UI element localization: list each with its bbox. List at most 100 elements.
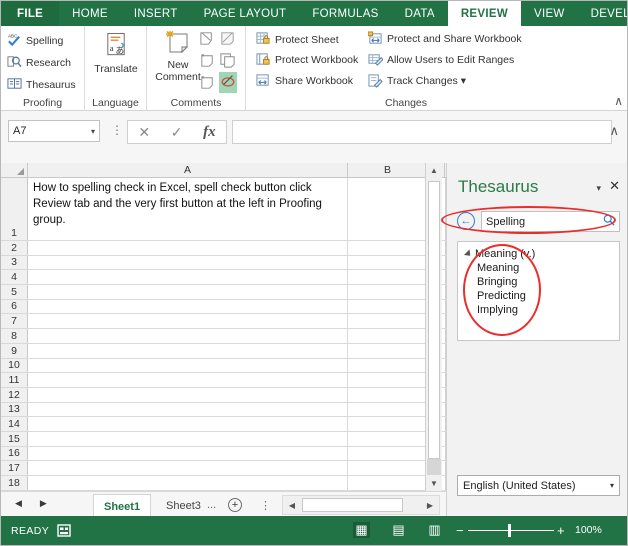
show-hide-comment-button[interactable] [199,74,216,94]
cell-b10[interactable] [348,358,428,373]
row-header-7[interactable]: 7 [1,314,28,329]
scroll-up-arrow-icon[interactable]: ▲ [426,163,442,178]
row-header-5[interactable]: 5 [1,285,28,299]
list-item[interactable]: Implying [458,303,619,317]
cell-a5[interactable] [28,285,348,299]
cell-b18[interactable] [348,476,428,490]
cell-b9[interactable] [348,343,428,358]
row-header-9[interactable]: 9 [1,343,28,358]
cell-b17[interactable] [348,461,428,475]
ribbon-tab-review[interactable]: REVIEW [447,1,521,26]
insert-function-icon[interactable]: fx [203,124,216,141]
spelling-button[interactable]: ABC Spelling [7,32,63,50]
back-arrow-icon[interactable]: ← [457,212,475,230]
cell-b14[interactable] [348,417,428,431]
formula-input[interactable] [232,120,612,144]
vertical-scrollbar[interactable]: ▲ ▼ [425,163,442,491]
name-box[interactable]: A7 ▾ [8,120,100,142]
protect-sheet-button[interactable]: Protect Sheet [256,31,339,49]
expand-triangle-icon[interactable] [463,249,474,259]
task-pane-chevron-down-icon[interactable]: ▾ [596,183,601,194]
ribbon-tab-formulas[interactable]: FORMULAS [299,1,391,26]
zoom-slider-thumb[interactable] [508,524,511,537]
row-header-12[interactable]: 12 [1,387,28,402]
zoom-in-button[interactable]: + [557,523,565,538]
sheet-tab-sheet1[interactable]: Sheet1 [93,494,152,518]
cell-b15[interactable] [348,431,428,446]
cell-b2[interactable] [348,241,428,255]
cell-b16[interactable] [348,446,428,461]
collapse-ribbon-chevron-icon[interactable]: ∧ [614,94,623,108]
cell-a13[interactable] [28,402,348,417]
cell-a16[interactable] [28,446,348,461]
row-header-3[interactable]: 3 [1,255,28,270]
row-header-6[interactable]: 6 [1,299,28,314]
cell-a14[interactable] [28,417,348,431]
list-item[interactable]: Meaning [458,261,619,275]
cell-a15[interactable] [28,431,348,446]
ribbon-tab-home[interactable]: HOME [59,1,121,26]
list-item[interactable]: Predicting [458,289,619,303]
row-header-2[interactable]: 2 [1,241,28,255]
thesaurus-button[interactable]: Thesaurus [7,76,76,94]
ribbon-tab-data[interactable]: DATA [392,1,448,26]
cell-a17[interactable] [28,461,348,475]
previous-comment-button[interactable] [219,30,236,50]
language-select-chevron-down-icon[interactable]: ▾ [610,481,614,490]
cell-a11[interactable] [28,373,348,387]
row-header-16[interactable]: 16 [1,446,28,461]
row-header-10[interactable]: 10 [1,358,28,373]
cell-a8[interactable] [28,329,348,343]
expand-formula-bar-chevron-icon[interactable]: ∧ [609,123,619,139]
cell-a12[interactable] [28,387,348,402]
list-item[interactable]: Bringing [458,275,619,289]
hscroll-right-arrow-icon[interactable]: ▶ [421,496,439,514]
cell-a2[interactable] [28,241,348,255]
enter-icon[interactable]: ✓ [171,124,183,141]
ribbon-tab-page-layout[interactable]: PAGE LAYOUT [191,1,300,26]
ribbon-tab-file[interactable]: FILE [1,1,60,26]
research-button[interactable]: Research [7,54,71,72]
zoom-slider-track[interactable] [468,530,554,531]
cell-b8[interactable] [348,329,428,343]
cell-a9[interactable] [28,343,348,358]
thesaurus-search-input[interactable]: Spelling [481,211,620,232]
row-header-14[interactable]: 14 [1,417,28,431]
cell-a10[interactable] [28,358,348,373]
normal-view-icon[interactable]: ▦ [353,522,370,538]
task-pane-close-icon[interactable]: ✕ [609,178,620,194]
ribbon-tab-view[interactable]: VIEW [521,1,578,26]
sheet-tab-menu-dots-icon[interactable]: ⋮ [260,499,271,512]
row-header-1[interactable]: 1 [1,178,28,240]
page-layout-view-icon[interactable]: ▤ [390,522,407,538]
cell-b3[interactable] [348,255,428,270]
cancel-icon[interactable]: ✕ [138,124,150,141]
cell-b12[interactable] [348,387,428,402]
select-all-corner[interactable] [1,163,28,177]
row-header-18[interactable]: 18 [1,476,28,490]
sheet-tab-sheet3[interactable]: Sheet3 [156,494,211,518]
cell-b11[interactable] [348,373,428,387]
row-header-4[interactable]: 4 [1,270,28,285]
protect-workbook-button[interactable]: Protect Workbook [256,52,358,67]
horizontal-scrollbar-thumb[interactable] [302,498,403,512]
page-break-view-icon[interactable]: ▥ [426,522,443,538]
cell-b5[interactable] [348,285,428,299]
next-comment-button[interactable] [199,52,216,72]
row-header-15[interactable]: 15 [1,431,28,446]
cell-b7[interactable] [348,314,428,329]
column-header-a[interactable]: A [28,163,348,177]
scroll-down-arrow-icon[interactable]: ▼ [426,476,442,491]
row-header-8[interactable]: 8 [1,329,28,343]
delete-comment-button[interactable] [199,30,216,50]
row-header-17[interactable]: 17 [1,461,28,475]
cell-a3[interactable] [28,255,348,270]
cell-b6[interactable] [348,299,428,314]
horizontal-scrollbar[interactable]: ◀ ▶ [282,495,440,515]
allow-users-to-edit-ranges-button[interactable]: Allow Users to Edit Ranges [368,52,514,67]
search-magnifier-icon[interactable] [603,214,615,229]
cell-b1[interactable] [348,178,428,240]
zoom-level-label[interactable]: 100% [575,524,602,536]
ribbon-tab-developer[interactable]: DEVELOPER [578,1,627,26]
sheet-nav-prev-icon[interactable]: ◀ [15,498,22,509]
